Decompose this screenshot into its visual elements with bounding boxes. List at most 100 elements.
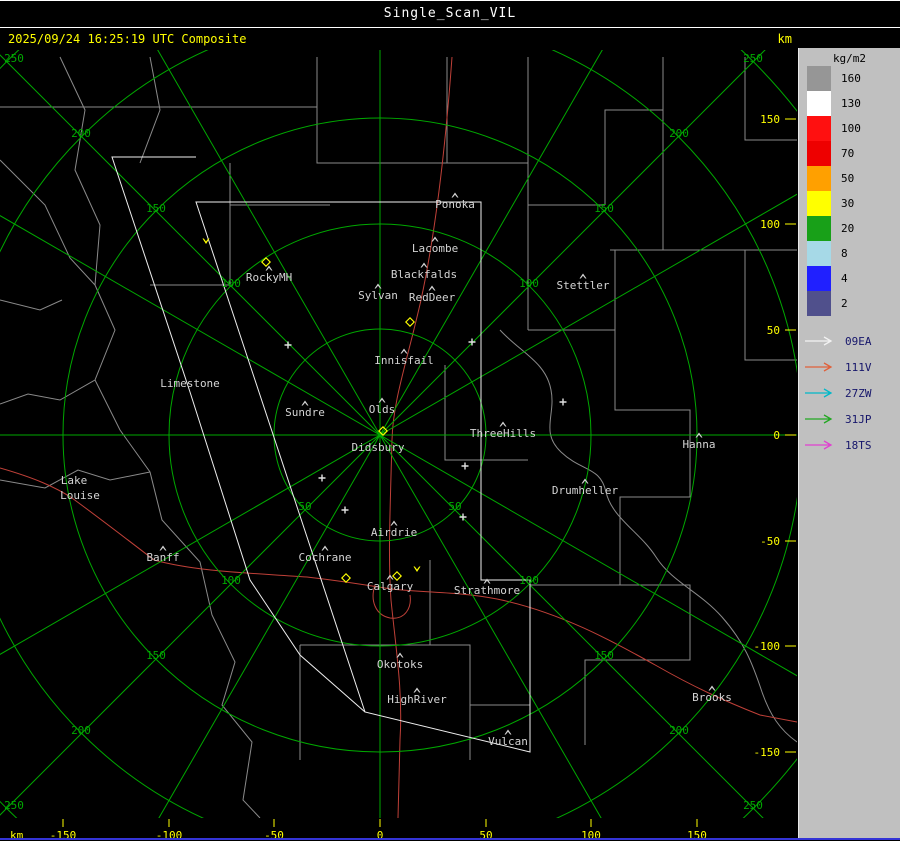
city-name: RockyMH (246, 271, 292, 284)
city-name: Okotoks (377, 658, 423, 671)
range-label: 50 (298, 500, 311, 513)
range-label: 100 (519, 277, 539, 290)
storm-cell-legend: 09EA 111V 27ZW 31JP 18TS (799, 328, 900, 458)
city-name: ThreeHills (470, 427, 536, 440)
legend-scale-value: 2 (841, 297, 848, 310)
city-name: Ponoka (435, 198, 475, 211)
radar-app-window: Single_Scan_VIL 2025/09/24 16:25:19 UTC … (0, 0, 900, 841)
city-stettler: Stettler (557, 273, 610, 292)
town-marker-icon (579, 273, 587, 279)
city-lake-louise-line1: Lake (61, 474, 88, 487)
legend-scale-row: 160 (799, 66, 900, 91)
city-sylvan: Sylvan (358, 283, 398, 302)
city-name: Drumheller (552, 484, 619, 497)
city-name: HighRiver (387, 693, 447, 706)
city-banff: Banff (146, 545, 180, 564)
town-marker-icon (708, 685, 716, 691)
motion-arrow-icon (805, 336, 833, 346)
city-name: Limestone (160, 377, 220, 390)
city-airdrie: Airdrie (371, 520, 417, 539)
color-scale: 160 130 100 70 50 30 20 8 4 2 (799, 66, 900, 316)
town-marker-icon (390, 520, 398, 526)
city-name: Stettler (557, 279, 610, 292)
city-name: RedDeer (409, 291, 456, 304)
city-strathmore: Strathmore (454, 578, 520, 597)
city-name: Didsbury (352, 441, 405, 454)
town-marker-icon (420, 262, 428, 268)
cell-id-label: 111V (845, 360, 872, 374)
y-tick-label: -150 (754, 746, 781, 759)
legend-scale-value: 70 (841, 147, 855, 160)
city-name: Cochrane (299, 551, 352, 564)
town-point-marker (341, 506, 349, 514)
y-tick-label: 0 (773, 429, 780, 442)
radar-site-marker (261, 257, 271, 267)
cell-id-label: 18TS (845, 438, 872, 452)
city-name: Blackfalds (391, 268, 457, 281)
range-label: 150 (594, 649, 614, 662)
storm-marker-icon (413, 566, 421, 572)
legend-color-swatch (807, 241, 831, 266)
city-name: Sylvan (358, 289, 398, 302)
range-label: 150 (146, 649, 166, 662)
city-name: Innisfail (374, 354, 434, 367)
town-point-marker (559, 398, 567, 406)
storm-marker-icon (202, 238, 210, 244)
storm-cell-row: 09EA (799, 328, 900, 354)
storm-cell-row: 31JP (799, 406, 900, 432)
legend-scale-value: 30 (841, 197, 855, 210)
legend-scale-value: 8 (841, 247, 848, 260)
legend-color-swatch (807, 266, 831, 291)
city-name: Louise (60, 489, 100, 502)
city-name: Banff (146, 551, 179, 564)
city-lacombe: Lacombe (412, 236, 458, 255)
legend-scale-value: 160 (841, 72, 861, 85)
range-label: 200 (71, 724, 91, 737)
motion-arrow-icon (805, 388, 833, 398)
range-label: 250 (743, 799, 763, 812)
legend-color-swatch (807, 116, 831, 141)
scan-sector-layer (111, 156, 531, 753)
city-okotoks: Okotoks (377, 652, 423, 671)
legend-color-swatch (807, 91, 831, 116)
legend-color-swatch (807, 191, 831, 216)
y-axis-ticks (785, 118, 796, 753)
cell-id-label: 31JP (845, 412, 872, 426)
city-name: Vulcan (488, 735, 528, 748)
legend-color-swatch (807, 166, 831, 191)
city-vulcan: Vulcan (488, 729, 528, 748)
range-label: 250 (4, 799, 24, 812)
city-limestone: Limestone (160, 377, 220, 390)
x-axis-ticks (62, 819, 698, 827)
town-marker-icon (451, 192, 459, 198)
city-lake-louise-line2: Louise (60, 489, 100, 502)
city-name: Calgary (367, 580, 414, 593)
radar-map-canvas[interactable]: Ponoka Lacombe Blackfalds Sylvan RedDeer… (0, 0, 900, 841)
legend-scale-row: 130 (799, 91, 900, 116)
legend-panel: kg/m2 160 130 100 70 50 30 20 8 4 2 09EA… (798, 48, 900, 838)
town-marker-icon (483, 578, 491, 584)
city-name: Airdrie (371, 526, 417, 539)
city-name: Sundre (285, 406, 325, 419)
city-ponoka: Ponoka (435, 192, 475, 211)
legend-scale-row: 4 (799, 266, 900, 291)
range-label: 250 (4, 52, 24, 65)
city-innisfail: Innisfail (374, 348, 434, 367)
y-tick-label: 150 (760, 113, 780, 126)
cell-id-label: 09EA (845, 334, 872, 348)
legend-color-swatch (807, 141, 831, 166)
city-name: Hanna (682, 438, 715, 451)
range-label: 200 (669, 127, 689, 140)
y-axis: 150 100 50 0 -50 -100 -150 (754, 113, 796, 759)
legend-scale-row: 100 (799, 116, 900, 141)
city-name: Brooks (692, 691, 732, 704)
scan-sector-outline (195, 201, 531, 753)
range-label: 200 (71, 127, 91, 140)
range-label: 100 (519, 574, 539, 587)
city-drumheller: Drumheller (552, 478, 619, 497)
town-marker-icon (396, 652, 404, 658)
town-point-marker (459, 513, 467, 521)
city-name: Lacombe (412, 242, 458, 255)
town-point-marker (318, 474, 326, 482)
town-marker-icon (400, 348, 408, 354)
